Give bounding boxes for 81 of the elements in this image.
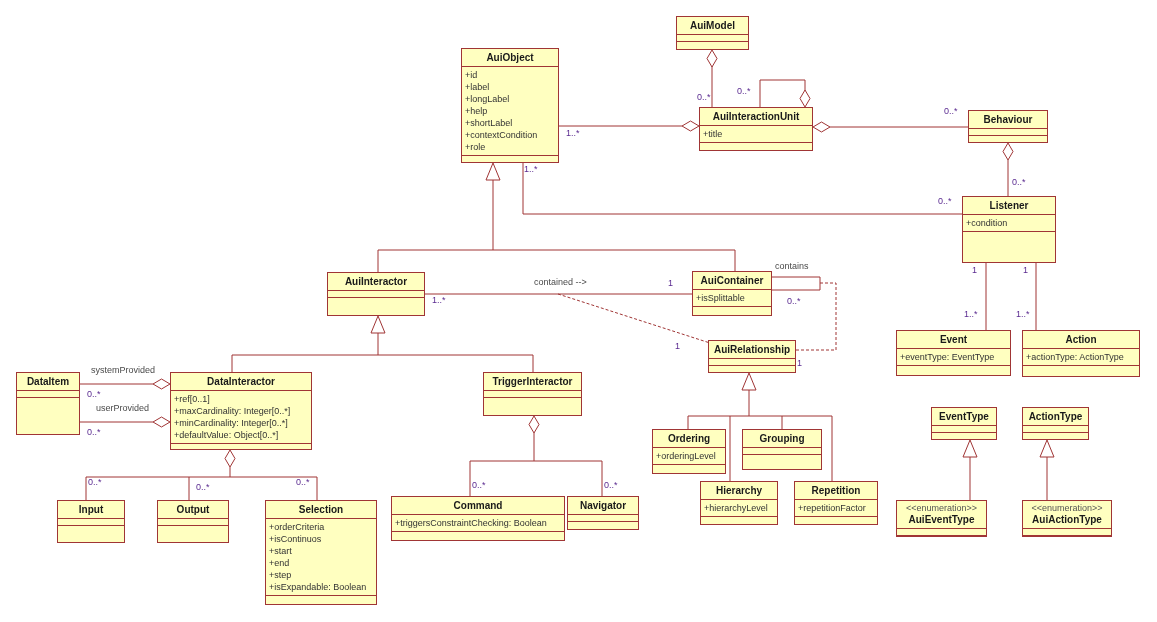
class-name: AuiObject xyxy=(486,51,534,64)
multiplicity-label: 0..* xyxy=(87,427,101,437)
class-name: Hierarchy xyxy=(715,484,763,497)
stereotype-label: <<enumeration>> xyxy=(905,503,978,513)
class-name: Action xyxy=(1065,333,1097,346)
role-label: contained --> xyxy=(534,277,587,287)
multiplicity-label: 1 xyxy=(797,358,802,368)
multiplicity-label: 1 xyxy=(1023,265,1028,275)
attribute-text: +triggersConstraintChecking: Boolean xyxy=(395,517,548,529)
class-name: DataInteractor xyxy=(207,375,275,388)
class-name: Event xyxy=(939,333,968,346)
attribute-text: +isContinuos xyxy=(269,533,323,545)
multiplicity-label: 0..* xyxy=(737,86,751,96)
class-name: Behaviour xyxy=(983,113,1033,126)
attribute-text: +actionType: ActionType xyxy=(1026,351,1125,363)
attribute-text: +contextCondition xyxy=(465,129,539,141)
class-name: ActionType xyxy=(1028,410,1083,423)
class-name: Listener xyxy=(989,199,1029,212)
attribute-text: +end xyxy=(269,557,291,569)
class-name: Ordering xyxy=(667,432,711,445)
role-label: userProvided xyxy=(96,403,150,413)
attribute-text: +repetitionFactor xyxy=(798,502,867,514)
class-name: Output xyxy=(176,503,210,516)
class-name: AuiInteractor xyxy=(344,275,408,288)
attribute-text: +hierarchyLevel xyxy=(704,502,769,514)
multiplicity-label: 1..* xyxy=(1016,309,1030,319)
attribute-text: +shortLabel xyxy=(465,117,514,129)
multiplicity-label: 0..* xyxy=(604,480,618,490)
class-name: DataItem xyxy=(26,375,70,388)
class-name: TriggerInteractor xyxy=(492,375,573,388)
attribute-text: +label xyxy=(465,81,491,93)
class-name: Command xyxy=(453,499,503,512)
class-name: AuiContainer xyxy=(700,274,764,287)
role-label: contains xyxy=(775,261,809,271)
multiplicity-label: 0..* xyxy=(944,106,958,116)
attribute-text: +help xyxy=(465,105,489,117)
class-name: Grouping xyxy=(759,432,805,445)
multiplicity-label: 1..* xyxy=(432,295,446,305)
attribute-text: +orderingLevel xyxy=(656,450,717,462)
class-name: AuiRelationship xyxy=(713,343,791,356)
attribute-text: +orderCriteria xyxy=(269,521,326,533)
attribute-text: +start xyxy=(269,545,293,557)
multiplicity-label: 1..* xyxy=(566,128,580,138)
class-name: AuiInteractionUnit xyxy=(712,110,800,123)
attribute-text: +id xyxy=(465,69,479,81)
multiplicity-label: 0..* xyxy=(196,482,210,492)
multiplicity-label: 0..* xyxy=(787,296,801,306)
stereotype-label: <<enumeration>> xyxy=(1031,503,1103,513)
multiplicity-label: 1 xyxy=(675,341,680,351)
multiplicity-label: 0..* xyxy=(697,92,711,102)
attribute-text: +maxCardinality: Integer[0..*] xyxy=(174,405,292,417)
class-name: AuiActionType xyxy=(1032,513,1102,526)
class-name: Input xyxy=(78,503,104,516)
multiplicity-label: 0..* xyxy=(87,389,101,399)
class-name: AuiEventType xyxy=(908,513,975,526)
multiplicity-label: 1..* xyxy=(964,309,978,319)
class-name: Selection xyxy=(298,503,344,516)
attribute-text: +ref[0..1] xyxy=(174,393,211,405)
multiplicity-label: 0..* xyxy=(88,477,102,487)
multiplicity-label: 0..* xyxy=(938,196,952,206)
attribute-text: +condition xyxy=(966,217,1009,229)
attribute-text: +minCardinality: Integer[0..*] xyxy=(174,417,289,429)
class-name: Navigator xyxy=(579,499,627,512)
attribute-text: +eventType: EventType xyxy=(900,351,996,363)
role-label: systemProvided xyxy=(91,365,156,375)
attribute-text: +longLabel xyxy=(465,93,511,105)
class-name: EventType xyxy=(939,410,989,423)
attribute-text: +defaultValue: Object[0..*] xyxy=(174,429,280,441)
attribute-text: +isExpandable: Boolean xyxy=(269,581,368,593)
attribute-text: +role xyxy=(465,141,487,153)
multiplicity-label: 1..* xyxy=(524,164,538,174)
attribute-text: +title xyxy=(703,128,724,140)
multiplicity-label: 0..* xyxy=(472,480,486,490)
multiplicity-label: 0..* xyxy=(1012,177,1026,187)
multiplicity-label: 1 xyxy=(668,278,673,288)
multiplicity-label: 1 xyxy=(972,265,977,275)
attribute-text: +step xyxy=(269,569,293,581)
attribute-text: +isSplittable xyxy=(696,292,746,304)
class-name: Repetition xyxy=(811,484,861,497)
multiplicity-label: 0..* xyxy=(296,477,310,487)
class-name: AuiModel xyxy=(690,19,735,32)
